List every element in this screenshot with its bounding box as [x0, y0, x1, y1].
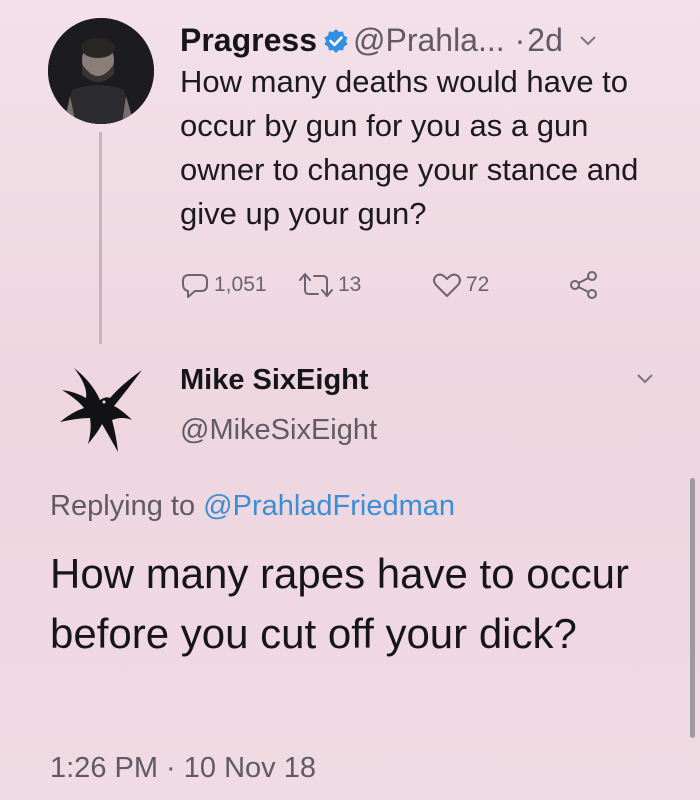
reply-button[interactable]: 1,051 — [180, 268, 267, 302]
tweet-timestamp[interactable]: 1:26 PM · 10 Nov 18 — [50, 752, 316, 785]
scrollbar[interactable] — [690, 478, 695, 738]
tweet-age[interactable]: 2d — [527, 22, 563, 58]
reply-icon — [182, 274, 208, 298]
author-handle[interactable]: @Prahla... — [353, 22, 505, 58]
replying-to: Replying to @PrahladFriedman — [50, 490, 455, 523]
verified-badge-icon — [323, 23, 349, 63]
tweet-text: How many rapes have to occur before you … — [50, 550, 629, 657]
tweet-header: Pragress @Prahla... ·2d — [180, 16, 597, 63]
heart-icon — [433, 273, 461, 297]
separator-dot: · — [514, 22, 526, 58]
thread-line — [99, 132, 102, 344]
avatar[interactable] — [48, 18, 154, 124]
crow-logo — [60, 368, 142, 452]
tweet-text: How many deaths would have to occur by g… — [180, 64, 639, 231]
profile-photo — [48, 18, 154, 124]
replying-prefix: Replying to — [50, 490, 204, 522]
tweet-actions: 1,051 13 72 — [180, 268, 620, 302]
share-icon — [570, 271, 597, 299]
author-name[interactable]: Mike SixEight — [180, 364, 369, 397]
avatar[interactable] — [52, 362, 152, 458]
tweet-screenshot: Pragress @Prahla... ·2d How many deaths wo… — [0, 0, 700, 800]
like-count: 72 — [466, 273, 490, 296]
share-button[interactable] — [568, 268, 604, 302]
author-handle[interactable]: @MikeSixEight — [180, 414, 377, 447]
like-button[interactable]: 72 — [432, 268, 489, 302]
retweet-count: 13 — [338, 273, 362, 296]
chevron-down-icon[interactable] — [579, 16, 597, 56]
retweet-icon — [299, 273, 333, 297]
mention-link[interactable]: @PrahladFriedman — [203, 490, 455, 522]
retweet-button[interactable]: 13 — [298, 268, 361, 302]
reply-count: 1,051 — [214, 273, 267, 296]
author-name[interactable]: Pragress — [180, 22, 317, 58]
chevron-down-icon[interactable] — [636, 372, 654, 390]
